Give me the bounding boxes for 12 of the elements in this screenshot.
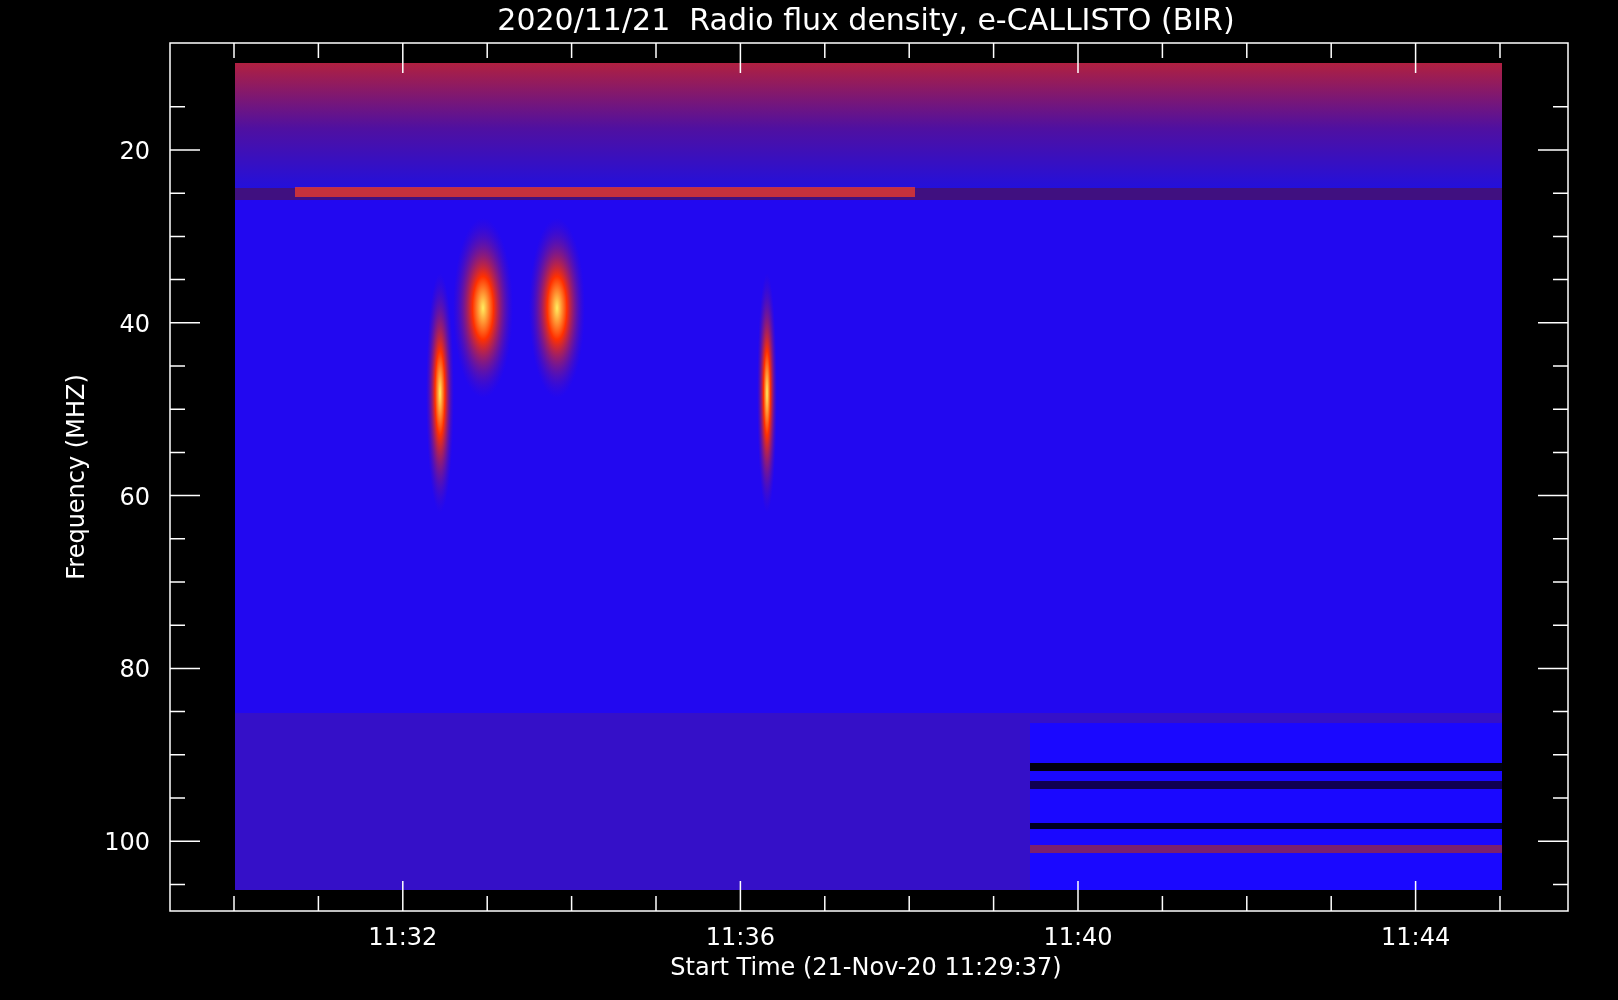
y-tick-label: 60 [119,482,150,511]
x-tick-label: 11:40 [1043,923,1113,951]
y-tick-label: 80 [119,655,150,684]
x-tick-label: 11:32 [368,923,438,951]
y-tick-label: 100 [104,828,150,857]
y-tick-label: 40 [119,309,150,338]
x-tick-label: 11:36 [705,923,775,951]
chart-title: 2020/11/21 Radio flux density, e-CALLISTO (BIR) [497,2,1235,37]
y-axis-label: Frequency (MHZ) [62,374,90,580]
x-tick-label: 11:44 [1381,923,1451,951]
x-axis-label: Start Time (21-Nov-20 11:29:37) [670,953,1062,981]
y-tick-label: 20 [119,137,150,165]
